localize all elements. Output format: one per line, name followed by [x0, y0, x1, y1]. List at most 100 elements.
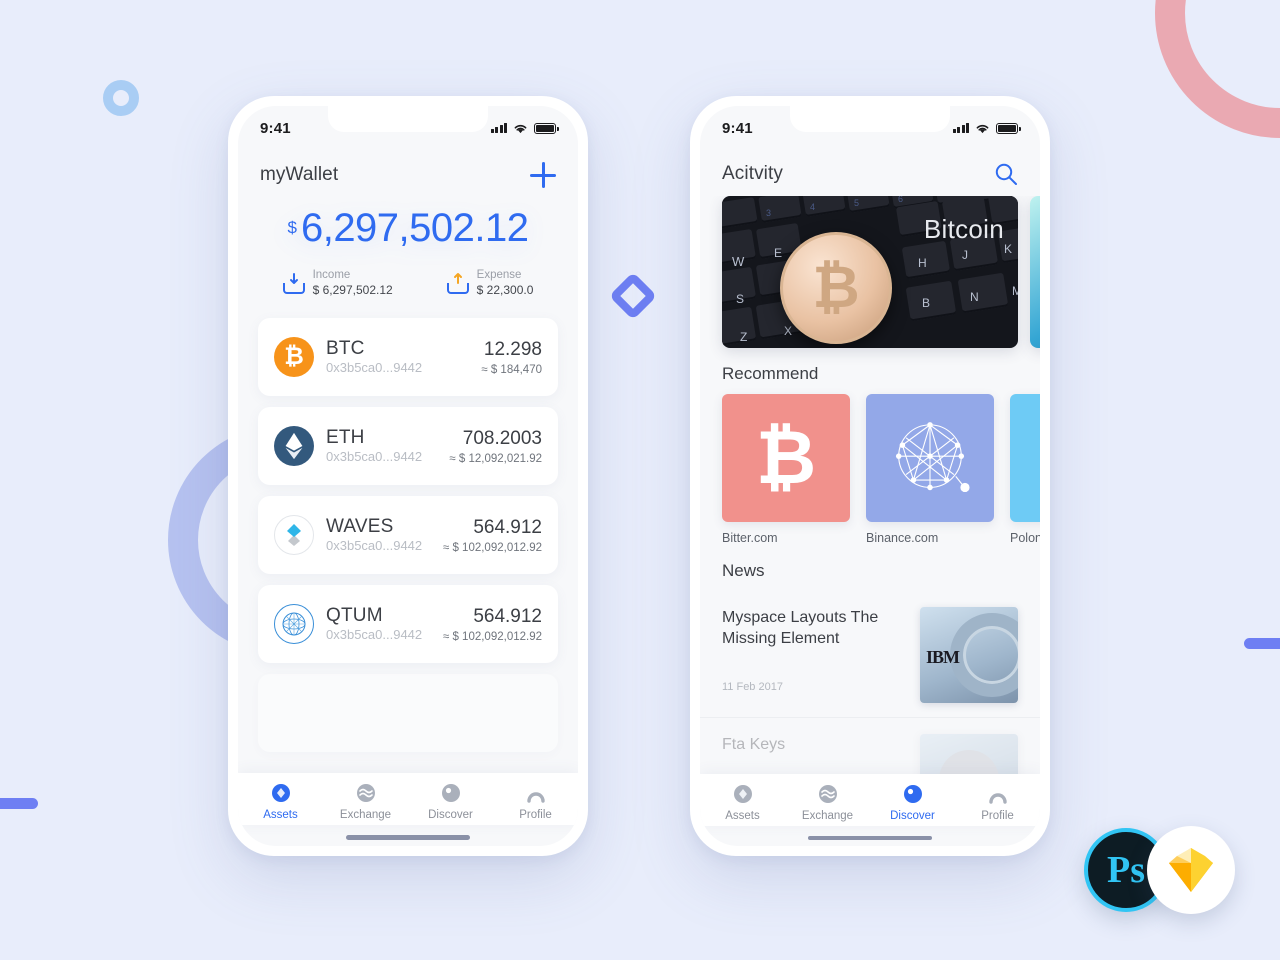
tab-profile[interactable]: Profile — [955, 784, 1040, 822]
income-expense-row: Income $ 6,297,502.12 Expense $ 22,300.0 — [238, 268, 578, 298]
recommend-label: Bitter.com — [722, 531, 778, 545]
tab-label: Exchange — [339, 809, 392, 821]
tab-discover[interactable]: Discover — [408, 783, 493, 821]
expense-icon — [446, 272, 469, 295]
tab-label: Exchange — [801, 809, 854, 822]
balance-row: $ 6,297,502.12 — [238, 208, 578, 248]
home-indicator[interactable] — [808, 835, 932, 840]
assets-icon — [733, 784, 753, 804]
tab-discover[interactable]: Discover — [870, 784, 955, 822]
profile-icon — [526, 783, 546, 803]
photoshop-label: Ps — [1107, 849, 1145, 891]
battery-icon — [534, 122, 559, 134]
canvas: 9:41 myWallet $ 6,297,502.12 Income $ 6,… — [0, 0, 1280, 960]
news-date: 11 Feb 2017 — [722, 681, 783, 694]
tab-bar: Assets Exchange Discover Profile — [700, 773, 1040, 826]
exchange-icon — [818, 784, 838, 804]
recommend-label: Polonie — [1010, 531, 1040, 545]
recommend-row[interactable]: ₿ Bitter.com Binance.com Polon — [700, 394, 1040, 545]
list-item[interactable]: ₿ Bitter.com — [722, 394, 850, 545]
decor-bar-left — [0, 798, 38, 809]
discover-icon — [441, 783, 461, 803]
tab-label: Profile — [519, 809, 552, 821]
tab-label: Assets — [725, 809, 760, 822]
discover-body: W E S Z X H J K B N M 3 4 5 6 ₿ Bitcoin … — [700, 196, 1040, 774]
decor-ring-pink — [1155, 0, 1280, 138]
discover-screen: 9:41 Acitvity W E S Z X H J K B N M 3 4 … — [700, 106, 1040, 846]
banner-carousel[interactable]: W E S Z X H J K B N M 3 4 5 6 ₿ Bitcoin — [700, 196, 1040, 348]
tab-exchange[interactable]: Exchange — [785, 784, 870, 822]
tab-assets[interactable]: Assets — [700, 784, 785, 822]
tab-profile[interactable]: Profile — [493, 783, 578, 821]
news-headline: Myspace Layouts The Missing Element — [722, 609, 879, 648]
asset-fiat: ≈ $ 12,092,021.92 — [449, 452, 542, 465]
recommend-title: Recommend — [722, 364, 819, 383]
discover-icon — [903, 784, 923, 804]
signal-icon — [490, 123, 507, 133]
page-title: Acitvity — [722, 163, 783, 184]
news-thumbnail — [920, 734, 1018, 774]
table-row[interactable]: ₿ BTC 0x3b5ca0...9442 12.298 ≈ $ 184,470 — [258, 318, 558, 397]
battery-icon — [996, 122, 1021, 134]
balance-block: $ 6,297,502.12 Income $ 6,297,502.12 Exp… — [238, 198, 578, 302]
list-item[interactable]: Fta Keys — [700, 718, 1040, 774]
asset-symbol: BTC — [326, 338, 365, 360]
expense-label: Expense — [476, 269, 522, 281]
income-value: $ 6,297,502.12 — [312, 282, 393, 297]
tab-exchange[interactable]: Exchange — [323, 783, 408, 821]
asset-symbol: WAVES — [326, 516, 394, 538]
status-time: 9:41 — [722, 119, 753, 137]
status-icons — [952, 122, 1021, 134]
expense-value: $ 22,300.0 — [476, 282, 534, 297]
news-title: News — [722, 561, 765, 580]
discover-header: Acitvity — [700, 150, 1040, 196]
home-indicator[interactable] — [346, 835, 470, 840]
tab-label: Profile — [981, 809, 1014, 822]
asset-symbol: ETH — [326, 427, 365, 449]
tab-label: Assets — [263, 809, 298, 821]
table-row[interactable]: ETH 0x3b5ca0...9442 708.2003 ≈ $ 12,092,… — [258, 407, 558, 486]
notch — [328, 106, 488, 132]
balance-currency: $ — [287, 218, 297, 237]
asset-symbol: QTUM — [326, 605, 383, 627]
add-wallet-button[interactable] — [530, 162, 556, 188]
profile-icon — [988, 784, 1008, 804]
bitcoin-icon: ₿ — [274, 337, 314, 378]
asset-amount: 708.2003 — [462, 427, 542, 449]
table-row[interactable]: WAVES 0x3b5ca0...9442 564.912 ≈ $ 102,09… — [258, 496, 558, 575]
tab-assets[interactable]: Assets — [238, 783, 323, 821]
exchange-icon — [356, 783, 376, 803]
balance-amount: 6,297,502.12 — [300, 206, 529, 250]
recommend-label: Binance.com — [866, 531, 939, 545]
asset-amount: 12.298 — [483, 338, 542, 360]
table-row[interactable]: QTUM 0x3b5ca0...9442 564.912 ≈ $ 102,092… — [258, 585, 558, 664]
asset-fiat: ≈ $ 102,092,012.92 — [442, 541, 542, 554]
notch — [790, 106, 950, 132]
phone-discover: 9:41 Acitvity W E S Z X H J K B N M 3 4 … — [690, 96, 1050, 856]
banner-bitcoin[interactable]: W E S Z X H J K B N M 3 4 5 6 ₿ Bitcoin — [722, 196, 1018, 348]
wifi-icon — [976, 124, 989, 133]
qtum-icon — [274, 604, 314, 645]
asset-fiat: ≈ $ 102,092,012.92 — [442, 630, 542, 643]
asset-address: 0x3b5ca0...9442 — [326, 627, 423, 643]
phone-wallet: 9:41 myWallet $ 6,297,502.12 Income $ 6,… — [228, 96, 588, 856]
asset-address: 0x3b5ca0...9442 — [326, 449, 423, 465]
tab-label: Discover — [428, 809, 473, 821]
list-item[interactable]: Polonie — [1010, 394, 1040, 545]
table-row-partial[interactable] — [258, 674, 558, 753]
list-item[interactable]: Binance.com — [866, 394, 994, 545]
ethereum-icon — [274, 426, 314, 467]
income-item: Income $ 6,297,502.12 — [282, 268, 393, 298]
asset-list[interactable]: ₿ BTC 0x3b5ca0...9442 12.298 ≈ $ 184,470 — [238, 302, 578, 773]
asset-address: 0x3b5ca0...9442 — [326, 360, 423, 376]
banner-secondary[interactable] — [1030, 196, 1040, 348]
search-icon[interactable] — [994, 162, 1018, 186]
list-item[interactable]: Myspace Layouts The Missing Element 11 F… — [700, 591, 1040, 718]
status-time: 9:41 — [260, 119, 291, 137]
plus-glyph-icon — [1010, 394, 1040, 522]
bitcoin-glyph-icon: ₿ — [722, 394, 850, 522]
wallet-header: myWallet — [238, 150, 578, 198]
wallet-screen: 9:41 myWallet $ 6,297,502.12 Income $ 6,… — [238, 106, 578, 846]
asset-amount: 564.912 — [473, 605, 542, 627]
asset-fiat: ≈ $ 184,470 — [481, 363, 542, 376]
